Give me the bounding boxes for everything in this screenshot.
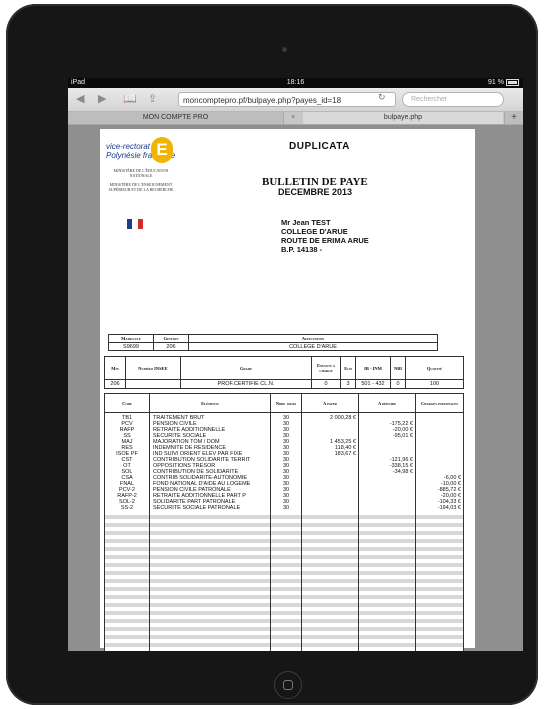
- col-header: A payer: [301, 393, 359, 413]
- table-cell: 3: [340, 379, 356, 389]
- affectation-value: COLLEGE D'ARUE: [188, 342, 438, 351]
- table-cell: [149, 511, 271, 651]
- battery-icon: [506, 78, 519, 86]
- recipient-address: Mr Jean TEST COLLEGE D'ARUE ROUTE DE ERI…: [281, 218, 369, 254]
- ministry-education: MINISTÈRE DE L'ÉDUCATION NATIONALE: [113, 168, 169, 178]
- search-field[interactable]: Rechercher: [402, 92, 504, 107]
- address-line: B.P. 14138 -: [281, 245, 323, 254]
- col-header: A déduire: [358, 393, 416, 413]
- table-cell: 0: [311, 379, 341, 389]
- page-viewport[interactable]: vice-rectorat Polynésie française E MINI…: [68, 125, 523, 651]
- front-camera: [282, 47, 287, 52]
- pay-period: DECEMBRE 2013: [278, 187, 353, 197]
- address-line: ROUTE DE ERIMA ARUE: [281, 236, 369, 245]
- col-header: Eléments: [149, 393, 271, 413]
- table-row: TB1 TRAITEMENT BRUT 30 2 000,28 €: [104, 412, 464, 421]
- col-header: Ech: [340, 356, 356, 380]
- col-header: IB - INM: [355, 356, 391, 380]
- table-cell: 100: [405, 379, 464, 389]
- table-cell: [270, 511, 302, 651]
- home-button[interactable]: [274, 671, 302, 699]
- share-icon[interactable]: ⇪: [148, 92, 157, 106]
- logo-letter: E: [151, 137, 173, 163]
- col-header: Affectation: [188, 334, 438, 343]
- gestion-value: 206: [153, 342, 189, 351]
- battery-status: 91 %: [488, 78, 519, 88]
- bookmarks-icon[interactable]: 📖: [123, 92, 137, 106]
- close-tab-icon[interactable]: ×: [283, 112, 303, 124]
- col-header: Charges patronales: [415, 393, 464, 413]
- table-cell: [415, 511, 464, 651]
- address-bar[interactable]: moncomptepro.pf/bulpaye.php?payes_id=18: [178, 92, 396, 107]
- col-header: Code: [104, 393, 150, 413]
- table-cell: TRAITEMENT BRUT: [149, 412, 271, 421]
- clock: 18:16: [286, 79, 305, 86]
- tab-mon-compte-pro[interactable]: MON COMPTE PRO: [68, 112, 284, 124]
- pay-lines-table: Code Eléments Nbre jours A payer A dédui…: [104, 393, 464, 651]
- payslip-document: vice-rectorat Polynésie française E MINI…: [100, 129, 475, 651]
- table-cell: 30: [270, 412, 302, 421]
- address-line: COLLEGE D'ARUE: [281, 227, 348, 236]
- grade-table: Min Numéro INSEE Grade Enfants à charge …: [104, 356, 464, 389]
- french-flag-icon: [127, 219, 143, 229]
- col-header: Quotité: [405, 356, 464, 380]
- col-header: Nbre jours: [270, 393, 302, 413]
- table-cell: 0: [390, 379, 406, 389]
- ipad-device: iPad 18:16 91 % ◀ ▶ 📖 ⇪ moncomptepro.pf/…: [6, 4, 538, 705]
- battery-level: 91 %: [488, 79, 504, 86]
- table-cell: 206: [104, 379, 126, 389]
- duplicata-label: DUPLICATA: [289, 141, 350, 152]
- table-cell: PROF.CERTIFIE CL.N.: [180, 379, 312, 389]
- pay-lines-body: TB1 TRAITEMENT BRUT 30 2 000,28 € PCV PENSION…: [104, 412, 464, 651]
- table-cell: [125, 379, 181, 389]
- forward-icon[interactable]: ▶: [98, 92, 106, 106]
- col-header: Min: [104, 356, 126, 380]
- col-header: Matricule: [108, 334, 154, 343]
- new-tab-button[interactable]: +: [504, 112, 523, 124]
- col-header: Enfants à charge: [311, 356, 341, 380]
- tab-bulpaye[interactable]: bulpaye.php: [303, 112, 503, 124]
- employee-info-table: Matricule Gestion Affectation S9699 206 …: [108, 334, 438, 351]
- table-cell: TB1: [104, 412, 150, 421]
- address-line: Mr Jean TEST: [281, 218, 331, 227]
- table-cell: [415, 412, 464, 421]
- col-header: Gestion: [153, 334, 189, 343]
- col-header: NBI: [390, 356, 406, 380]
- matricule-value: S9699: [108, 342, 154, 351]
- table-filler-row: [104, 511, 464, 651]
- status-bar: iPad 18:16 91 %: [68, 78, 523, 88]
- vice-rectorat-logo: vice-rectorat Polynésie française E MINI…: [106, 137, 176, 192]
- col-header: Grade: [180, 356, 312, 380]
- browser-toolbar: ◀ ▶ 📖 ⇪ moncomptepro.pf/bulpaye.php?paye…: [68, 88, 523, 112]
- table-cell: [358, 412, 416, 421]
- back-icon[interactable]: ◀: [76, 92, 84, 106]
- ministry-higher-education: MINISTÈRE DE L'ENSEIGNEMENT SUPÉRIEUR ET…: [108, 182, 174, 192]
- table-cell: 501 - 432: [355, 379, 391, 389]
- table-cell: 2 000,28 €: [301, 412, 359, 421]
- table-cell: [301, 511, 359, 651]
- screen: iPad 18:16 91 % ◀ ▶ 📖 ⇪ moncomptepro.pf/…: [68, 78, 523, 651]
- table-cell: [104, 511, 150, 651]
- tab-bar: MON COMPTE PRO × bulpaye.php +: [68, 112, 523, 125]
- table-cell: [358, 511, 416, 651]
- reload-icon[interactable]: ↻: [378, 92, 386, 103]
- col-header: Numéro INSEE: [125, 356, 181, 380]
